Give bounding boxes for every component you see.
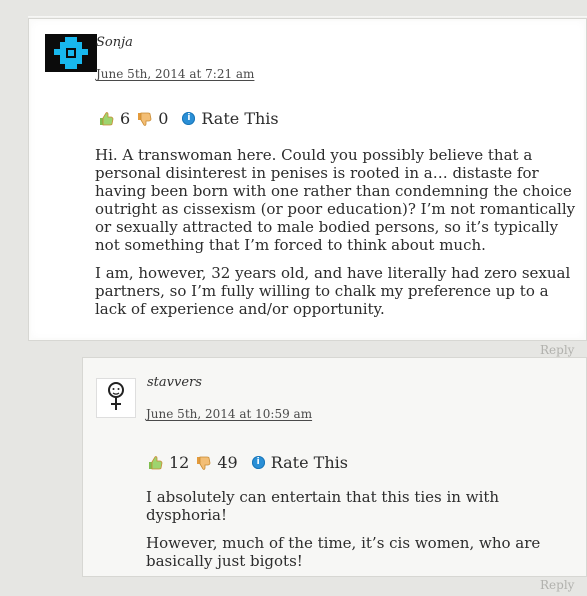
- thumb-up-icon: [100, 111, 114, 125]
- info-icon: i: [251, 456, 265, 469]
- thumb-down-button[interactable]: [195, 455, 211, 471]
- thumb-down-button[interactable]: [136, 111, 152, 127]
- rate-this-link[interactable]: i Rate This: [251, 453, 348, 472]
- thumb-down-icon: [197, 456, 211, 470]
- comment-paragraph: I absolutely can entertain that this tie…: [146, 488, 500, 524]
- rating-row: 6 0 i Rate This: [98, 109, 279, 128]
- info-icon: i: [182, 112, 196, 125]
- reply-button[interactable]: Reply: [540, 578, 574, 592]
- thumb-up-button[interactable]: [147, 455, 163, 471]
- pixel-avatar-icon: [45, 34, 97, 72]
- thumb-down-count: 0: [158, 108, 169, 128]
- comment-paragraph: Hi. A transwoman here. Could you possibl…: [95, 146, 576, 254]
- rate-this-link[interactable]: i Rate This: [182, 109, 279, 128]
- comment-card-stavvers: stavvers June 5th, 2014 at 10:59 am 12 4…: [82, 357, 587, 577]
- rating-row: 12 49 i Rate This: [147, 453, 348, 472]
- thumb-up-icon: [149, 455, 163, 469]
- comment-date-link[interactable]: June 5th, 2014 at 7:21 am: [96, 67, 254, 81]
- thumb-up-count: 6: [120, 108, 131, 128]
- thumb-up-button[interactable]: [98, 111, 114, 127]
- rate-this-label: Rate This: [201, 109, 279, 128]
- thumb-up-count: 12: [169, 452, 190, 472]
- comment-paragraph: However, much of the time, it’s cis wome…: [146, 534, 541, 570]
- reply-button[interactable]: Reply: [540, 343, 574, 357]
- comment-author: Sonja: [96, 35, 133, 50]
- rate-this-label: Rate This: [270, 453, 348, 472]
- comment-author: stavvers: [147, 375, 202, 390]
- female-symbol-avatar-icon: [96, 378, 136, 418]
- comment-paragraph: I am, however, 32 years old, and have li…: [95, 264, 571, 318]
- comment-date-link[interactable]: June 5th, 2014 at 10:59 am: [146, 407, 312, 421]
- comment-body: Hi. A transwoman here. Could you possibl…: [95, 146, 580, 328]
- comment-body: I absolutely can entertain that this tie…: [146, 488, 566, 580]
- thumb-down-count: 49: [217, 452, 238, 472]
- comment-card-sonja: Sonja June 5th, 2014 at 7:21 am 6 0 i Ra…: [28, 18, 587, 341]
- thumb-down-icon: [138, 112, 152, 126]
